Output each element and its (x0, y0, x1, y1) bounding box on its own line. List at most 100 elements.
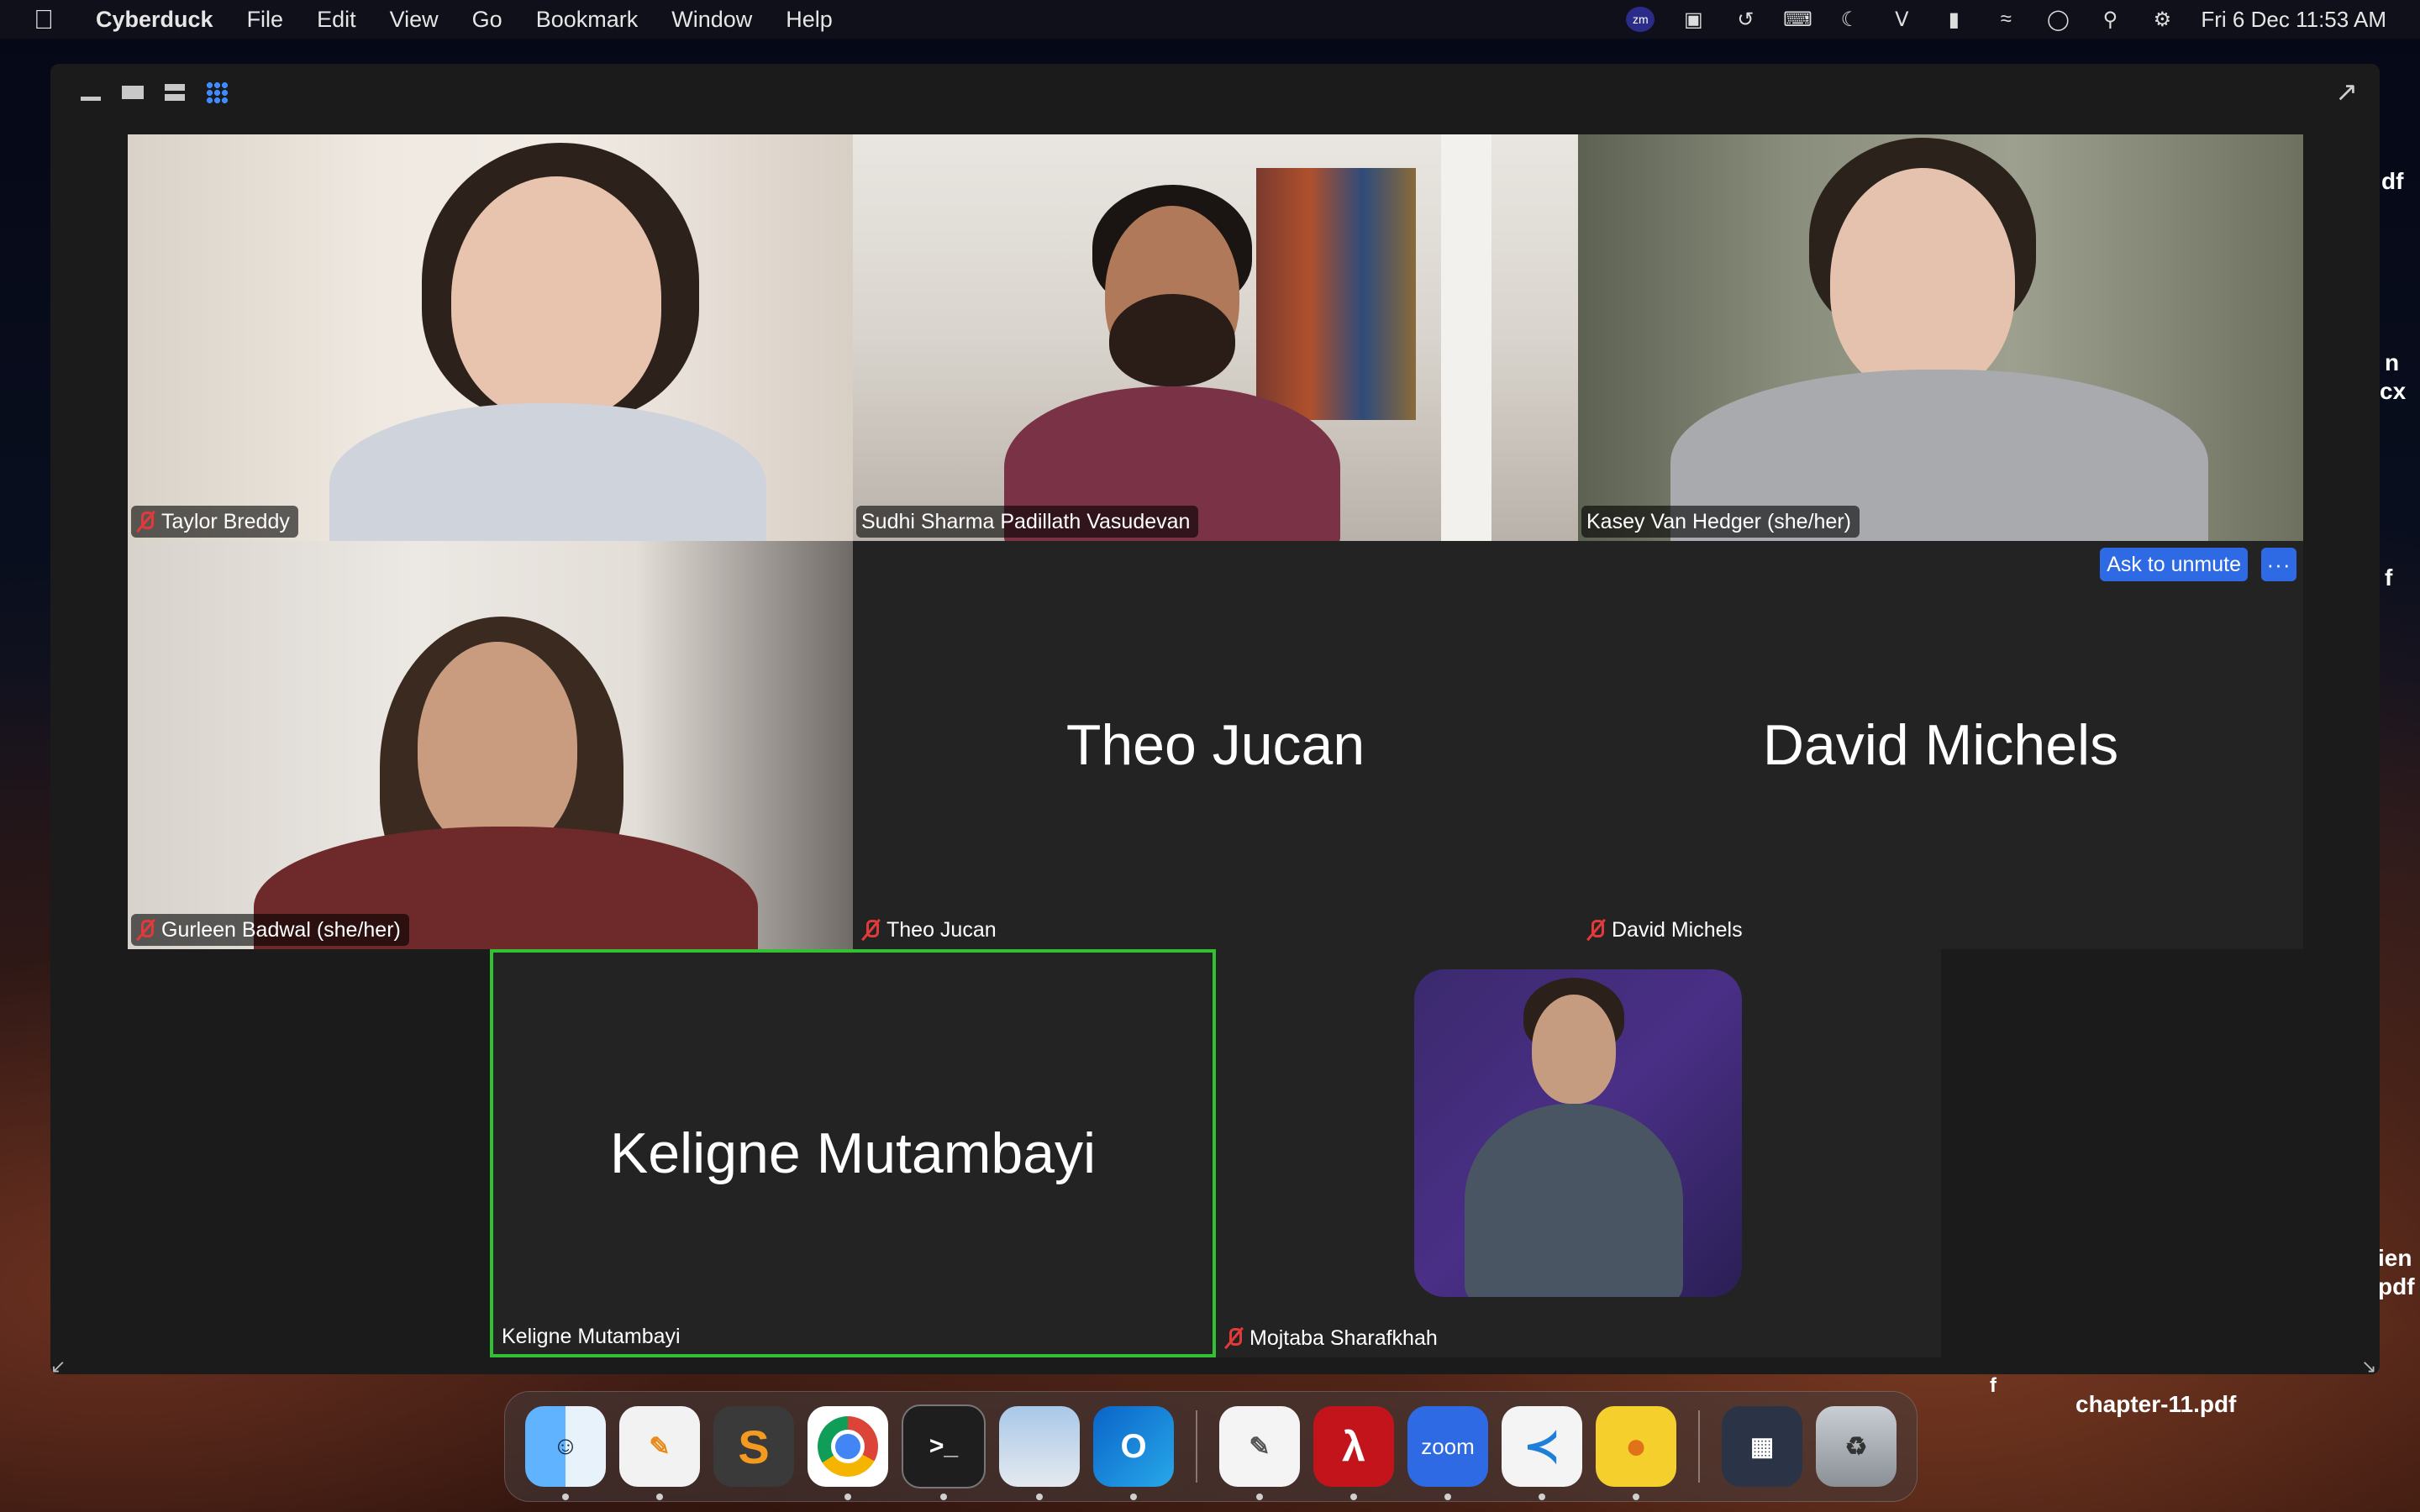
video-tile-gurleen[interactable]: Gurleen Badwal (she/her) (128, 541, 853, 949)
menu-go[interactable]: Go (472, 7, 502, 33)
participant-name: Gurleen Badwal (she/her) (161, 917, 401, 942)
time-machine-icon[interactable]: ↺ (1732, 8, 1759, 31)
zoom-status-icon[interactable]: zm (1626, 7, 1655, 32)
desktop-file-label[interactable]: pdf (2378, 1273, 2415, 1300)
participant-display-name: Keligne Mutambayi (609, 1121, 1097, 1185)
menu-file[interactable]: File (247, 7, 284, 33)
background-pillar (1441, 134, 1491, 541)
menu-view[interactable]: View (390, 7, 439, 33)
status-area: zm ▣ ↺ ⌨ ☾ ᐯ ▮ ≈ ◯ ⚲ ⚙ Fri 6 Dec 11:53 A… (1626, 0, 2386, 39)
video-tile-theo[interactable]: Theo Jucan Theo Jucan (853, 541, 1578, 949)
video-tile-mojtaba[interactable]: Mojtaba Sharafkhah (1216, 949, 1941, 1357)
terminal-icon[interactable]: >_ (902, 1404, 986, 1500)
menu-clock[interactable]: Fri 6 Dec 11:53 AM (2201, 7, 2386, 33)
stacked-view-icon[interactable] (163, 81, 187, 104)
participant-display-name: Theo Jucan (1065, 713, 1365, 777)
fullscreen-icon[interactable]: ↗ (2335, 76, 2358, 108)
zoom-icon-label: zoom (1421, 1433, 1475, 1459)
search-icon[interactable]: ⚲ (2096, 8, 2123, 31)
muted-mic-icon (136, 918, 155, 942)
menu-edit[interactable]: Edit (317, 7, 356, 33)
speaker-view-icon[interactable] (121, 81, 145, 104)
apple-menu-icon[interactable]:  (34, 5, 59, 34)
desktop-file-pdf[interactable]: chapter-11.pdf (2075, 1391, 2236, 1418)
participant-name-tag: Gurleen Badwal (she/her) (131, 914, 409, 946)
menu-bookmark[interactable]: Bookmark (536, 7, 639, 33)
wifi-icon[interactable]: ≈ (1992, 8, 2019, 30)
menu-bar:  Cyberduck File Edit View Go Bookmark W… (0, 0, 2420, 39)
preview-icon[interactable] (999, 1406, 1080, 1500)
participant-name: Keligne Mutambayi (502, 1324, 681, 1348)
textedit-icon[interactable]: ✎ (1219, 1406, 1300, 1500)
participant-name-tag: Kasey Van Hedger (she/her) (1581, 506, 1860, 538)
dock-separator (1698, 1410, 1700, 1483)
desktop-file-label[interactable]: cx (2380, 378, 2406, 405)
muted-mic-icon (1586, 918, 1605, 942)
zoom-icon[interactable]: zoom (1407, 1406, 1488, 1500)
participant-name: Sudhi Sharma Padillath Vasudevan (861, 509, 1191, 533)
vscode-icon[interactable]: ≺ (1502, 1406, 1582, 1500)
background-mural (1256, 168, 1416, 420)
video-tile-taylor[interactable]: Taylor Breddy (128, 134, 853, 541)
desktop-file-label[interactable]: ien (2378, 1245, 2412, 1272)
menu-help[interactable]: Help (786, 7, 833, 33)
participant-name: Taylor Breddy (161, 509, 290, 533)
moon-icon[interactable]: ☾ (1836, 8, 1863, 31)
participant-name: Theo Jucan (886, 917, 997, 942)
participant-name: Kasey Van Hedger (she/her) (1586, 509, 1851, 533)
user-icon[interactable]: ◯ (2044, 8, 2071, 31)
meeting-status-icon[interactable]: ▣ (1680, 8, 1707, 31)
ask-to-unmute-button[interactable]: Ask to unmute (2100, 548, 2248, 581)
participant-display-name: David Michels (1762, 713, 2119, 777)
dock-separator (1196, 1410, 1197, 1483)
keyboard-icon[interactable]: ⌨ (1783, 8, 1812, 31)
participant-face (451, 176, 661, 420)
control-center-icon[interactable]: ⚙ (2149, 8, 2175, 31)
participant-name-tag: Taylor Breddy (131, 506, 298, 538)
chrome-icon[interactable] (808, 1406, 888, 1500)
participant-name: David Michels (1612, 917, 1743, 942)
battery-icon[interactable]: ▮ (1940, 8, 1967, 31)
missioncontrol-icon[interactable]: ▦ (1722, 1406, 1802, 1487)
participant-beard (1109, 294, 1235, 386)
desktop-file-label[interactable]: df (2381, 168, 2403, 195)
video-tile-sudhi[interactable]: Sudhi Sharma Padillath Vasudevan (853, 134, 1578, 541)
outlook-icon[interactable]: O (1093, 1406, 1174, 1500)
dock: ☺ ✎ S >_ O ✎ λ zoom ≺ ● ▦ ♻ (504, 1391, 1918, 1502)
cyberduck-icon[interactable]: ● (1596, 1406, 1676, 1500)
participant-name-tag: David Michels (1581, 914, 1751, 946)
bluetooth-icon[interactable]: ᐯ (1888, 8, 1915, 31)
participant-name-tag: Mojtaba Sharafkhah (1219, 1322, 1446, 1354)
video-tile-keligne[interactable]: Keligne Mutambayi Keligne Mutambayi (490, 949, 1216, 1357)
participant-face (1830, 168, 2015, 395)
zoom-meeting-window: ↗ ↙ ↘ Taylor Breddy Sudhi Sharma Padilla… (50, 64, 2380, 1377)
more-options-button[interactable]: ··· (2261, 548, 2296, 581)
video-tile-david[interactable]: David Michels Ask to unmute ··· David Mi… (1578, 541, 2303, 949)
pages-icon[interactable]: ✎ (619, 1406, 700, 1500)
muted-mic-icon (861, 918, 880, 942)
participant-name-tag: Sudhi Sharma Padillath Vasudevan (856, 506, 1199, 538)
participant-name-tag: Keligne Mutambayi (497, 1320, 689, 1352)
sublime-icon[interactable]: S (713, 1406, 794, 1487)
profile-picture (1414, 969, 1742, 1297)
acrobat-icon[interactable]: λ (1313, 1406, 1394, 1500)
finder-icon[interactable]: ☺ (525, 1406, 606, 1500)
muted-mic-icon (1224, 1326, 1243, 1350)
video-tile-kasey[interactable]: Kasey Van Hedger (she/her) (1578, 134, 2303, 541)
desktop-file-label[interactable]: n (2385, 349, 2399, 376)
view-toolbar (79, 81, 229, 104)
trash-icon[interactable]: ♻ (1816, 1406, 1897, 1487)
desktop-file-label[interactable]: f (1990, 1374, 1996, 1398)
participant-body (1465, 1104, 1683, 1297)
participant-name-tag: Theo Jucan (856, 914, 1005, 946)
minimize-view-icon[interactable] (79, 81, 103, 104)
resize-handle-icon[interactable]: ↘ (2361, 1356, 2380, 1377)
desktop-file-label[interactable]: f (2385, 564, 2392, 591)
muted-mic-icon (136, 510, 155, 533)
participant-face (1532, 995, 1616, 1104)
gallery-view-icon[interactable] (205, 81, 229, 104)
resize-handle-icon[interactable]: ↙ (50, 1356, 69, 1377)
participant-name: Mojtaba Sharafkhah (1249, 1326, 1438, 1350)
menu-window[interactable]: Window (671, 7, 752, 33)
app-menu-name[interactable]: Cyberduck (96, 7, 213, 33)
